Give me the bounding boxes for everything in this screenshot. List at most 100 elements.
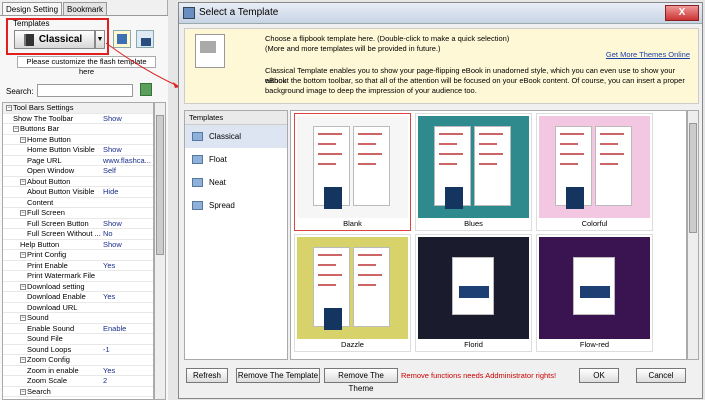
tree-scrollbar[interactable] bbox=[154, 102, 166, 400]
tree-row-value[interactable]: -1 bbox=[103, 345, 153, 355]
tree-row[interactable]: − Sound bbox=[3, 313, 153, 324]
template-thumbnail[interactable]: Florid bbox=[415, 234, 532, 352]
ok-button[interactable]: OK bbox=[579, 368, 619, 383]
collapse-toggle-icon[interactable]: − bbox=[20, 283, 26, 290]
collapse-toggle-icon[interactable]: − bbox=[20, 252, 26, 259]
template-select-button[interactable]: Classical bbox=[14, 30, 95, 49]
text-line bbox=[358, 163, 376, 165]
select-template-dialog: Select a Template X Choose a flipbook te… bbox=[178, 2, 703, 399]
tree-row-value[interactable]: Show bbox=[103, 240, 153, 250]
collapse-toggle-icon[interactable]: − bbox=[20, 388, 26, 395]
thumbnail-caption: Blank bbox=[343, 219, 362, 228]
scrollbar-thumb[interactable] bbox=[689, 123, 697, 233]
collapse-toggle-icon[interactable]: − bbox=[6, 105, 12, 112]
close-button[interactable]: X bbox=[665, 5, 699, 21]
tree-row[interactable]: − Full Screen bbox=[3, 208, 153, 219]
category-neat[interactable]: Neat bbox=[185, 171, 287, 194]
tree-row-value[interactable]: www.flashca... bbox=[103, 156, 153, 166]
collapse-toggle-icon[interactable]: − bbox=[20, 136, 26, 143]
remove-theme-button[interactable]: Remove The Theme bbox=[324, 368, 398, 393]
tree-row-value[interactable]: Yes bbox=[103, 366, 153, 376]
thumbnail-preview bbox=[418, 116, 529, 218]
collapse-toggle-icon[interactable]: − bbox=[20, 357, 26, 364]
tree-row-text: Zoom in enable bbox=[27, 365, 79, 375]
template-thumbnail[interactable]: Blank bbox=[294, 113, 411, 231]
scrollbar-thumb[interactable] bbox=[156, 115, 164, 255]
template-thumbnail[interactable]: Blues bbox=[415, 113, 532, 231]
category-classical[interactable]: Classical bbox=[185, 125, 287, 148]
collapse-toggle-icon[interactable]: − bbox=[20, 178, 26, 185]
text-line bbox=[479, 153, 503, 155]
tree-row-value[interactable]: Yes bbox=[103, 261, 153, 271]
get-more-themes-link[interactable]: Get More Themes Online bbox=[606, 50, 690, 59]
cancel-button[interactable]: Cancel bbox=[636, 368, 686, 383]
tree-row[interactable]: Sound File bbox=[3, 334, 153, 345]
text-line bbox=[439, 143, 457, 145]
tree-row[interactable]: Page URL www.flashca... bbox=[3, 155, 153, 166]
category-float[interactable]: Float bbox=[185, 148, 287, 171]
tree-row[interactable]: Content bbox=[3, 198, 153, 208]
tree-row[interactable]: − Zoom Config bbox=[3, 355, 153, 366]
tab-design-setting[interactable]: Design Setting bbox=[2, 2, 63, 16]
tree-row-value[interactable]: Show bbox=[103, 145, 153, 155]
tree-row[interactable]: Download Enable Yes bbox=[3, 292, 153, 303]
tree-row[interactable]: Zoom in enable Yes bbox=[3, 365, 153, 376]
tree-row[interactable]: Show The Toolbar Show bbox=[3, 113, 153, 124]
tree-row-text: Help Button bbox=[20, 239, 60, 249]
template-thumbnail[interactable]: Flow-red bbox=[536, 234, 653, 352]
tree-row[interactable]: − Buttons Bar bbox=[3, 124, 153, 135]
collapse-toggle-icon[interactable]: − bbox=[20, 315, 26, 322]
tree-row[interactable]: Open Window Self bbox=[3, 166, 153, 177]
tree-row[interactable]: − Search bbox=[3, 386, 153, 397]
tree-row[interactable]: Home Button Visible Show bbox=[3, 145, 153, 156]
remove-template-button[interactable]: Remove The Template bbox=[236, 368, 320, 383]
tree-row[interactable]: Print Enable Yes bbox=[3, 260, 153, 271]
tree-row[interactable]: Full Screen Without ... No bbox=[3, 229, 153, 240]
dialog-app-icon bbox=[183, 7, 195, 19]
template-thumbnail[interactable]: Dazzle bbox=[294, 234, 411, 352]
tree-row-value[interactable]: Yes bbox=[103, 292, 153, 302]
tab-bookmark[interactable]: Bookmark bbox=[63, 2, 108, 16]
tree-row[interactable]: − Download setting bbox=[3, 282, 153, 292]
tree-row[interactable]: − About Button bbox=[3, 177, 153, 187]
tree-row[interactable]: Full Screen Button Show bbox=[3, 219, 153, 229]
tree-row-label: Help Button bbox=[20, 239, 103, 250]
tree-row-text: Print Config bbox=[27, 250, 67, 259]
tree-row[interactable]: Help Button Show bbox=[3, 239, 153, 250]
tree-row-text: Show The Toolbar bbox=[13, 113, 74, 123]
tree-row-text: Page URL bbox=[27, 155, 62, 165]
tree-row-value[interactable]: Enable bbox=[103, 324, 153, 334]
tree-row[interactable]: Enable Sound Enable bbox=[3, 324, 153, 334]
category-spread[interactable]: Spread bbox=[185, 194, 287, 217]
tree-row[interactable]: − Home Button bbox=[3, 135, 153, 145]
collapse-toggle-icon[interactable]: − bbox=[20, 210, 26, 217]
book-page bbox=[474, 126, 511, 206]
tree-row-label: Print Enable bbox=[27, 260, 103, 271]
tree-row-label: − Buttons Bar bbox=[13, 124, 103, 134]
tree-row[interactable]: Download URL bbox=[3, 303, 153, 313]
tree-row-value[interactable]: Show bbox=[103, 219, 153, 229]
tree-row-value[interactable]: Hide bbox=[103, 187, 153, 197]
text-line bbox=[318, 274, 342, 276]
tree-row[interactable]: Print Watermark File bbox=[3, 271, 153, 282]
refresh-button[interactable]: Refresh bbox=[186, 368, 228, 383]
book-cover-icon bbox=[324, 308, 342, 330]
tree-row-text: Print Enable bbox=[27, 260, 68, 270]
tree-row-value[interactable]: No bbox=[103, 229, 153, 239]
tree-row-value[interactable]: Show bbox=[103, 114, 153, 124]
tree-row-value[interactable]: Self bbox=[103, 166, 153, 176]
tree-row[interactable]: − Print Config bbox=[3, 250, 153, 261]
tree-row-value[interactable]: 2 bbox=[103, 376, 153, 386]
tree-row[interactable]: Sound Loops -1 bbox=[3, 345, 153, 355]
tree-row[interactable]: Zoom Scale 2 bbox=[3, 376, 153, 387]
tree-row[interactable]: − Tool Bars Settings bbox=[3, 103, 153, 114]
tree-row[interactable]: About Button Visible Hide bbox=[3, 187, 153, 198]
tree-row-text: Search bbox=[27, 386, 51, 396]
tree-row-text: Full Screen Without ... bbox=[27, 229, 101, 238]
text-line bbox=[560, 133, 584, 135]
grid-scrollbar[interactable] bbox=[687, 110, 699, 360]
template-thumbnail[interactable]: Colorful bbox=[536, 113, 653, 231]
info-line-1: Choose a flipbook template here. (Double… bbox=[265, 34, 510, 43]
collapse-toggle-icon[interactable]: − bbox=[13, 126, 19, 133]
thumbnail-caption: Dazzle bbox=[341, 340, 364, 349]
